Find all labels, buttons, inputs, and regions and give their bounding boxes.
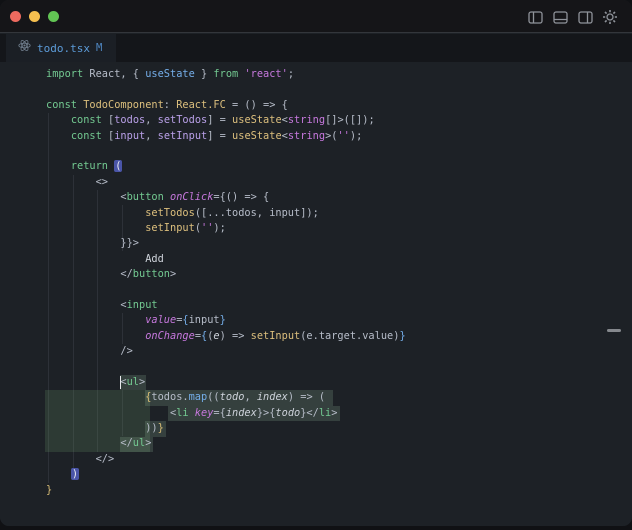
settings-gear-icon[interactable]: [602, 9, 618, 25]
close-button[interactable]: [10, 11, 21, 22]
toggle-right-dock-icon[interactable]: [577, 9, 593, 25]
tsx-file-icon: [18, 39, 31, 57]
code-line[interactable]: [0, 82, 632, 97]
code-line[interactable]: setTodos([...todos, input]);: [0, 206, 632, 221]
tab-filename: todo.tsx: [37, 42, 90, 55]
title-bar: [0, 0, 632, 33]
code-line[interactable]: const [todos, setTodos] = useState<strin…: [0, 113, 632, 128]
scrollbar-thumb[interactable]: [607, 329, 621, 332]
minimize-button[interactable]: [29, 11, 40, 22]
titlebar-actions: [527, 9, 618, 25]
code-line[interactable]: </ul>: [0, 436, 632, 451]
code-line[interactable]: <ul>: [0, 375, 632, 390]
code-line[interactable]: }}>: [0, 236, 632, 251]
toggle-bottom-dock-icon[interactable]: [552, 9, 568, 25]
zoom-button[interactable]: [48, 11, 59, 22]
code-line[interactable]: [0, 144, 632, 159]
modified-badge: M: [96, 42, 102, 54]
code-line[interactable]: import React, { useState } from 'react';: [0, 67, 632, 82]
code-line[interactable]: const TodoComponent: React.FC = () => {: [0, 98, 632, 113]
code-line[interactable]: }: [0, 483, 632, 498]
code-line[interactable]: onChange={(e) => setInput(e.target.value…: [0, 329, 632, 344]
toggle-left-dock-icon[interactable]: [527, 9, 543, 25]
tab-todo-tsx[interactable]: todo.tsx M: [6, 34, 116, 62]
code-line[interactable]: return (: [0, 159, 632, 174]
window-controls: [10, 11, 59, 22]
code-line[interactable]: </button>: [0, 267, 632, 282]
code-line[interactable]: ))}: [0, 421, 632, 436]
code-lines: import React, { useState } from 'react';…: [0, 67, 632, 498]
code-line[interactable]: </>: [0, 452, 632, 467]
code-line[interactable]: setInput('');: [0, 221, 632, 236]
code-line[interactable]: {todos.map((todo, index) => (: [0, 390, 632, 405]
code-line[interactable]: [0, 359, 632, 374]
code-editor[interactable]: import React, { useState } from 'react';…: [0, 62, 632, 526]
code-line[interactable]: <button onClick={() => {: [0, 190, 632, 205]
editor-window: todo.tsx M import React, { useState } fr…: [0, 0, 632, 526]
code-line[interactable]: ): [0, 467, 632, 482]
code-line[interactable]: Add: [0, 252, 632, 267]
code-line[interactable]: />: [0, 344, 632, 359]
code-line[interactable]: <>: [0, 175, 632, 190]
code-line[interactable]: [0, 282, 632, 297]
code-line[interactable]: const [input, setInput] = useState<strin…: [0, 129, 632, 144]
text-cursor: [120, 376, 122, 389]
code-line[interactable]: <li key={index}>{todo}</li>: [0, 406, 632, 421]
code-line[interactable]: <input: [0, 298, 632, 313]
code-line[interactable]: value={input}: [0, 313, 632, 328]
tab-bar: todo.tsx M: [0, 34, 632, 62]
